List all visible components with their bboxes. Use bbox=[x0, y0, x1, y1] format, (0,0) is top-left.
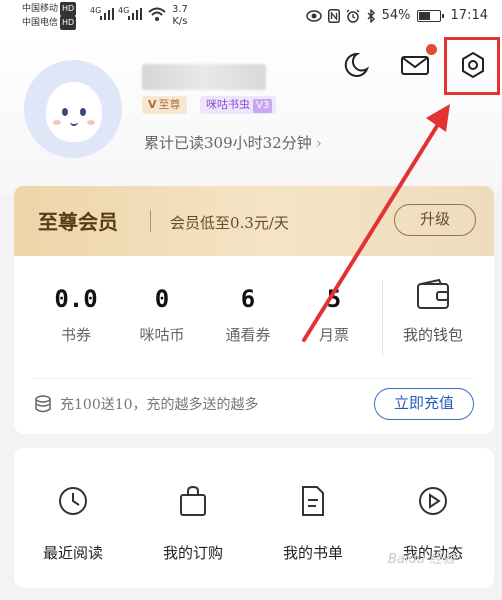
stat-book-coupons[interactable]: 0.0 书券 bbox=[36, 284, 116, 345]
my-wallet-button[interactable]: 我的钱包 bbox=[388, 278, 478, 345]
notification-dot bbox=[426, 44, 437, 55]
signal-1-icon bbox=[100, 8, 114, 20]
coin-stack-icon bbox=[35, 395, 51, 413]
clock-icon bbox=[59, 487, 87, 515]
feature-my-booklist[interactable]: 我的书单 bbox=[258, 484, 368, 563]
chevron-right-icon: › bbox=[315, 134, 322, 152]
username-blurred[interactable] bbox=[142, 64, 266, 90]
feature-card: 最近阅读 我的订购 我的书单 我的动态 bbox=[14, 448, 494, 588]
carrier-2: 中国电信 bbox=[22, 18, 59, 28]
wallet-divider bbox=[382, 280, 383, 356]
feature-label: 最近阅读 bbox=[42, 544, 103, 562]
read-time-link[interactable]: 累计已读309小时32分钟 › bbox=[144, 132, 322, 153]
read-time-label: 累计已读309小时32分钟 bbox=[144, 134, 312, 152]
stat-label: 通看券 bbox=[225, 326, 271, 344]
level-tag: V3 bbox=[253, 99, 273, 113]
bluetooth-icon bbox=[367, 8, 375, 23]
level-badge-label: 咪咕书虫 bbox=[206, 98, 250, 111]
stat-label: 书券 bbox=[60, 326, 91, 344]
alarm-icon bbox=[346, 9, 360, 23]
stat-value: 6 bbox=[240, 285, 256, 313]
feature-label: 我的订购 bbox=[162, 544, 223, 562]
avatar[interactable] bbox=[24, 60, 122, 158]
settings-highlight-box bbox=[444, 37, 500, 95]
feature-label: 我的书单 bbox=[282, 544, 343, 562]
hd-1-badge: HD bbox=[60, 2, 77, 16]
feature-my-orders[interactable]: 我的订购 bbox=[138, 484, 248, 563]
stat-label: 月票 bbox=[318, 326, 349, 344]
wifi-icon bbox=[148, 7, 166, 21]
status-right: 54% 17:14 bbox=[305, 8, 488, 23]
divider bbox=[34, 378, 474, 379]
document-icon bbox=[302, 486, 324, 516]
status-bar: 中国移动 HD 中国电信 HD 4G 4G 3.7 K/s 54% 17:14 bbox=[0, 0, 502, 34]
stat-label: 咪咕币 bbox=[139, 326, 185, 344]
hd-2-badge: HD bbox=[60, 16, 77, 30]
wallet-icon bbox=[417, 278, 449, 309]
wallet-card: 0.0 书券 0 咪咕币 6 通看券 5 月票 我的钱包 充100送10，充的越… bbox=[14, 256, 494, 434]
vip-description: 会员低至0.3元/天 bbox=[170, 214, 289, 232]
stat-value: 0.0 bbox=[54, 285, 98, 313]
network-speed: 3.7 K/s bbox=[172, 4, 188, 28]
speed-unit: K/s bbox=[172, 16, 188, 27]
stat-monthly-tickets[interactable]: 5 月票 bbox=[294, 284, 374, 345]
feature-recent-reading[interactable]: 最近阅读 bbox=[18, 484, 128, 563]
promo-text: 充100送10，充的越多送的越多 bbox=[60, 397, 259, 413]
clock-time: 17:14 bbox=[450, 8, 488, 23]
vip-separator bbox=[150, 210, 151, 232]
recharge-button[interactable]: 立即充值 bbox=[374, 388, 474, 420]
carrier-1: 中国移动 bbox=[22, 4, 59, 14]
battery-icon bbox=[416, 9, 444, 22]
speed-value: 3.7 bbox=[172, 4, 188, 15]
profile-header: V 至尊 咪咕书虫 V3 累计已读309小时32分钟 › bbox=[0, 34, 502, 194]
my-wallet-label: 我的钱包 bbox=[402, 326, 463, 344]
recharge-promo: 充100送10，充的越多送的越多 bbox=[34, 394, 259, 414]
moon-icon[interactable] bbox=[340, 50, 370, 80]
upgrade-button[interactable]: 升级 bbox=[394, 204, 476, 236]
carrier-info: 中国移动 HD 中国电信 HD bbox=[22, 2, 77, 30]
signal-2-icon bbox=[128, 8, 142, 20]
shopping-bag-icon bbox=[180, 485, 206, 516]
stat-migu-coins[interactable]: 0 咪咕币 bbox=[122, 284, 202, 345]
vip-badge[interactable]: V 至尊 bbox=[142, 96, 187, 114]
watermark: Baidu 经验 bbox=[388, 552, 456, 567]
stat-value: 5 bbox=[326, 285, 342, 313]
stat-value: 0 bbox=[154, 285, 170, 313]
stat-read-coupons[interactable]: 6 通看券 bbox=[208, 284, 288, 345]
nfc-icon bbox=[327, 8, 340, 23]
vip-title: 至尊会员 bbox=[38, 210, 118, 234]
level-badge[interactable]: 咪咕书虫 V3 bbox=[200, 96, 277, 114]
eye-icon bbox=[305, 9, 322, 22]
battery-percent: 54% bbox=[381, 8, 411, 23]
vip-card[interactable]: 至尊会员 会员低至0.3元/天 升级 bbox=[14, 186, 494, 256]
play-circle-icon bbox=[419, 487, 447, 515]
vip-badge-label: 至尊 bbox=[158, 98, 181, 111]
mail-icon[interactable] bbox=[400, 50, 430, 80]
